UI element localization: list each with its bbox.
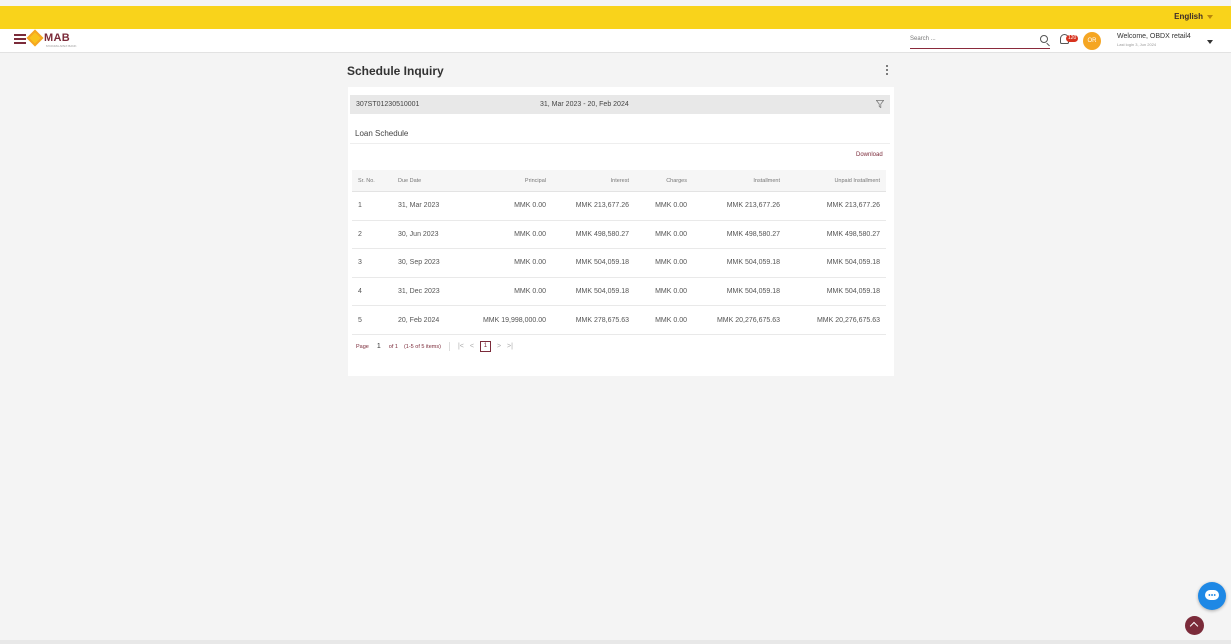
column-header[interactable]: Interest (552, 178, 635, 184)
chevron-down-icon (1207, 14, 1213, 19)
table-cell: MMK 498,580.27 (575, 230, 629, 238)
table-cell: 20, Feb 2024 (398, 316, 440, 324)
table-cell: 5 (358, 316, 362, 324)
last-page-icon[interactable]: >| (507, 343, 513, 350)
table-row: 4 31, Dec 2023 MMK 0.00 MMK 504,059.18 M… (352, 277, 886, 307)
table-cell: MMK 213,677.26 (726, 202, 780, 210)
download-link[interactable]: Download (856, 152, 883, 158)
items-count: (1-5 of 5 items) (403, 343, 441, 350)
table-cell: 30, Jun 2023 (398, 230, 439, 238)
brand-tagline: MYANMA APEX BANK (46, 44, 77, 48)
brand-logo[interactable]: MAB MYANMA APEX BANK (26, 29, 76, 48)
logo-mark-icon (26, 29, 44, 47)
last-login-text: Last login 3, Jun 2024 (1117, 42, 1157, 47)
table-cell: 1 (358, 202, 362, 210)
table-cell: MMK 498,580.27 (726, 230, 780, 238)
table-cell: MMK 504,059.18 (826, 288, 880, 296)
language-label: English (1174, 12, 1203, 21)
arrow-up-icon[interactable] (1185, 616, 1204, 635)
pagination: Page 1 of 1 (1-5 of 5 items) |< < 1 > >| (356, 341, 513, 352)
column-header[interactable]: Unpaid Installment (786, 178, 886, 184)
welcome-text[interactable]: Welcome, OBDX retail4 (1117, 33, 1191, 40)
table-cell: MMK 0.00 (514, 230, 546, 238)
table-row: 3 30, Sep 2023 MMK 0.00 MMK 504,059.18 M… (352, 249, 886, 278)
page-input[interactable]: 1 (377, 343, 381, 350)
table-cell: MMK 0.00 (514, 259, 546, 267)
language-selector[interactable]: English (1174, 12, 1213, 21)
menu-icon[interactable] (14, 34, 26, 44)
column-header[interactable]: Due Date (392, 178, 464, 184)
filter-icon[interactable] (876, 100, 884, 108)
page-label: Page (356, 343, 369, 350)
table-cell: 3 (358, 259, 362, 267)
app-header: MAB MYANMA APEX BANK Search ... 120 OR W… (0, 29, 1231, 53)
page-button-current[interactable]: 1 (479, 341, 491, 352)
column-header[interactable]: Installment (693, 178, 786, 184)
search-input[interactable]: Search ... (910, 33, 1050, 49)
table-cell: 31, Mar 2023 (398, 202, 440, 210)
table-cell: MMK 504,059.18 (575, 288, 629, 296)
column-header[interactable]: Principal (464, 178, 552, 184)
table-cell: MMK 0.00 (655, 316, 687, 324)
divider (448, 342, 450, 351)
table-cell: MMK 0.00 (655, 259, 687, 267)
table-cell: MMK 0.00 (655, 288, 687, 296)
notification-badge: 120 (1066, 35, 1079, 42)
column-header[interactable]: Charges (635, 178, 693, 184)
table-cell: MMK 20,276,675.63 (816, 316, 880, 324)
table-cell: 30, Sep 2023 (398, 259, 440, 267)
table-cell: MMK 0.00 (514, 288, 546, 296)
table-row: 1 31, Mar 2023 MMK 0.00 MMK 213,677.26 M… (352, 192, 886, 221)
table-cell: MMK 19,998,000.00 (482, 316, 546, 324)
table-cell: 2 (358, 230, 362, 238)
next-page-icon[interactable]: > (497, 343, 501, 350)
table-cell: MMK 498,580.27 (826, 230, 880, 238)
search-icon[interactable] (1040, 35, 1048, 43)
divider (350, 143, 890, 144)
table-cell: MMK 0.00 (655, 230, 687, 238)
section-title: Loan Schedule (355, 129, 409, 138)
table-cell: MMK 504,059.18 (726, 259, 780, 267)
prev-page-icon[interactable]: < (470, 343, 474, 350)
column-header[interactable]: Sr. No. (352, 178, 392, 184)
table-row: 5 20, Feb 2024 MMK 19,998,000.00 MMK 278… (352, 306, 886, 335)
table-cell: MMK 504,059.18 (826, 259, 880, 267)
date-range: 31, Mar 2023 - 20, Feb 2024 (540, 101, 629, 108)
kebab-icon[interactable] (885, 65, 889, 75)
table-cell: 31, Dec 2023 (398, 288, 440, 296)
table-header: Sr. No. Due Date Principal Interest Char… (352, 170, 886, 192)
account-number: 307ST01230510001 (356, 101, 420, 108)
account-bar: 307ST01230510001 31, Mar 2023 - 20, Feb … (350, 95, 890, 114)
page-of-label: of 1 (388, 343, 398, 350)
table-cell: MMK 0.00 (655, 202, 687, 210)
table-cell: MMK 504,059.18 (575, 259, 629, 267)
chevron-down-icon[interactable] (1207, 40, 1213, 44)
table-cell: MMK 504,059.18 (726, 288, 780, 296)
search-placeholder: Search ... (910, 36, 936, 42)
bottom-bar (0, 640, 1231, 644)
table-cell: MMK 0.00 (514, 202, 546, 210)
table-cell: MMK 213,677.26 (826, 202, 880, 210)
avatar[interactable]: OR (1083, 32, 1101, 50)
brand-name: MAB (44, 32, 70, 44)
table-cell: MMK 213,677.26 (575, 202, 629, 210)
chat-icon[interactable] (1198, 582, 1226, 610)
table-cell: 4 (358, 288, 362, 296)
table-cell: MMK 278,675.63 (575, 316, 629, 324)
top-strip: English (0, 6, 1231, 29)
first-page-icon[interactable]: |< (458, 343, 464, 350)
table-cell: MMK 20,276,675.63 (716, 316, 780, 324)
loan-schedule-table: Sr. No. Due Date Principal Interest Char… (352, 170, 886, 335)
page-title: Schedule Inquiry (347, 64, 444, 78)
table-row: 2 30, Jun 2023 MMK 0.00 MMK 498,580.27 M… (352, 220, 886, 250)
